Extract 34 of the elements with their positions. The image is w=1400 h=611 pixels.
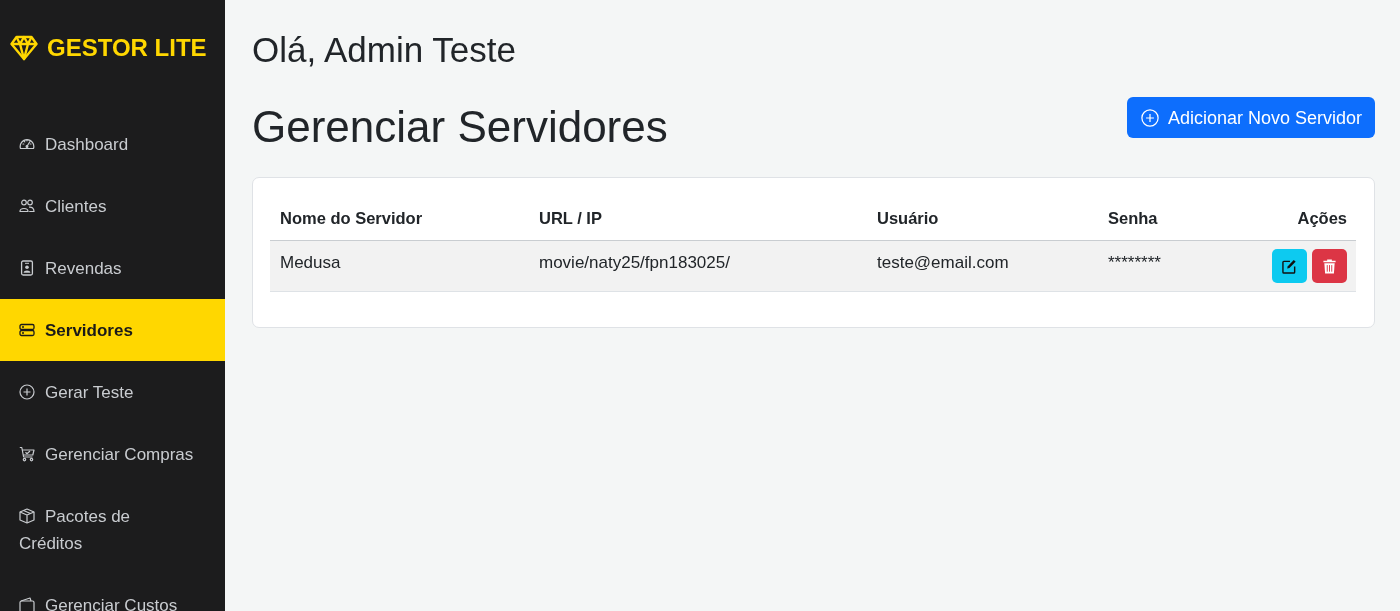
- pencil-square-icon: [1282, 258, 1297, 274]
- server-icon: [19, 321, 35, 338]
- sidebar-item[interactable]: Revendas: [0, 237, 225, 299]
- sidebar-item[interactable]: Dashboard: [0, 113, 225, 175]
- column-header: Senha: [1098, 195, 1223, 241]
- box-icon: [19, 507, 35, 524]
- sidebar-item[interactable]: Servidores: [0, 299, 225, 361]
- column-header: Usuário: [867, 195, 1098, 241]
- diamond-icon: [10, 35, 38, 61]
- id-badge-icon: [19, 259, 35, 276]
- sidebar-item[interactable]: Gerenciar Custos: [0, 574, 225, 611]
- page-title: Gerenciar Servidores: [252, 101, 668, 153]
- add-server-button[interactable]: Adicionar Novo Servidor: [1126, 97, 1375, 138]
- table-cell: ********: [1098, 240, 1223, 292]
- wallet-icon: [19, 596, 35, 611]
- sidebar-item[interactable]: Pacotes de Créditos: [0, 485, 225, 574]
- sidebar-item[interactable]: Gerenciar Compras: [0, 423, 225, 485]
- plus-circle-icon: [1140, 108, 1159, 127]
- edit-button[interactable]: [1272, 249, 1307, 283]
- column-header: Nome do Servidor: [270, 195, 529, 241]
- table-cell: teste@email.com: [867, 240, 1098, 292]
- plus-circle-icon: [19, 383, 35, 400]
- brand-name: GESTOR LITE: [47, 33, 207, 63]
- table-cell: Medusa: [270, 240, 529, 292]
- cart-icon: [19, 445, 35, 462]
- sidebar-item[interactable]: Clientes: [0, 175, 225, 237]
- sidebar-item[interactable]: Gerar Teste: [0, 361, 225, 423]
- column-header: URL / IP: [529, 195, 867, 241]
- trash-icon: [1322, 258, 1337, 274]
- column-header: Ações: [1223, 195, 1356, 241]
- people-icon: [19, 197, 35, 214]
- table-cell: movie/naty25/fpn183025/: [529, 240, 867, 292]
- greeting: Olá, Admin Teste: [252, 29, 517, 71]
- delete-button[interactable]: [1312, 249, 1347, 283]
